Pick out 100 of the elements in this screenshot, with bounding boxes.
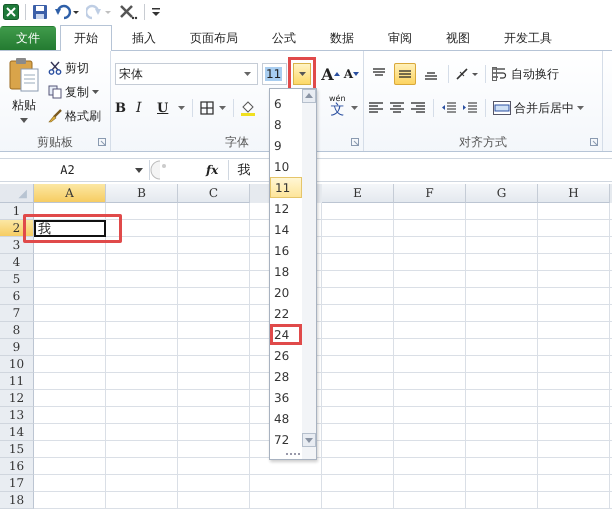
horizontal-align-icon[interactable]: [389, 102, 405, 114]
row-header[interactable]: 16: [0, 458, 34, 475]
row-header[interactable]: 17: [0, 475, 34, 492]
caret-icon: [135, 168, 143, 172]
dialog-launcher-icon[interactable]: [351, 138, 359, 146]
merge-center-button[interactable]: 合并后居中: [493, 97, 584, 119]
font-size-option[interactable]: 14: [270, 219, 302, 240]
row-header[interactable]: 3: [0, 237, 34, 254]
font-size-field[interactable]: 11: [262, 63, 288, 85]
font-size-option[interactable]: 6: [270, 93, 302, 114]
scroll-down-icon[interactable]: [302, 433, 316, 447]
copy-icon: [48, 85, 62, 99]
save-icon[interactable]: [32, 4, 48, 20]
font-size-option[interactable]: 48: [270, 408, 302, 429]
font-size-option[interactable]: 24: [270, 324, 302, 345]
fill-bucket-icon[interactable]: [241, 100, 255, 116]
horizontal-align-icon[interactable]: [368, 102, 384, 114]
ribbon-tab[interactable]: 插入: [118, 26, 170, 50]
font-size-option[interactable]: 9: [270, 135, 302, 156]
font-size-option[interactable]: 18: [270, 261, 302, 282]
undo-icon[interactable]: [54, 4, 80, 20]
tools-icon[interactable]: [118, 3, 138, 21]
ribbon-tab[interactable]: 公式: [258, 26, 310, 50]
column-header[interactable]: A: [34, 184, 106, 203]
group-label: 字体: [225, 134, 249, 150]
font-size-option[interactable]: 12: [270, 198, 302, 219]
wrap-text-button[interactable]: 自动换行: [492, 63, 559, 85]
row-header[interactable]: 1: [0, 203, 34, 220]
table-cell[interactable]: 我: [34, 220, 106, 237]
font-size-option[interactable]: 11: [270, 177, 302, 198]
font-size-option[interactable]: 36: [270, 387, 302, 408]
brush-icon: [48, 109, 62, 123]
caret-icon: [577, 106, 584, 110]
phonetic-button[interactable]: wén 文: [329, 95, 346, 121]
caret-icon: [244, 72, 251, 76]
row-header[interactable]: 7: [0, 305, 34, 322]
font-size-option[interactable]: 26: [270, 345, 302, 366]
row-header[interactable]: 8: [0, 322, 34, 339]
copy-button[interactable]: 复制: [48, 81, 101, 103]
row-header[interactable]: 11: [0, 373, 34, 390]
resize-grip-icon[interactable]: [286, 453, 302, 456]
column-header[interactable]: G: [466, 184, 538, 203]
ribbon-tab[interactable]: 视图: [432, 26, 484, 50]
font-size-option[interactable]: 20: [270, 282, 302, 303]
font-name-field[interactable]: 宋体: [115, 63, 258, 85]
paste-button[interactable]: 粘贴: [4, 57, 44, 133]
ribbon-tab[interactable]: 审阅: [374, 26, 426, 50]
row-header[interactable]: 13: [0, 407, 34, 424]
scroll-up-icon[interactable]: [302, 89, 316, 103]
row-header[interactable]: 2: [0, 220, 34, 237]
dialog-launcher-icon[interactable]: [590, 138, 598, 146]
ribbon-tab[interactable]: 页面布局: [176, 26, 252, 50]
insert-function-button[interactable]: fx: [206, 163, 218, 177]
shrink-font-button[interactable]: A: [344, 63, 359, 85]
column-header[interactable]: F: [394, 184, 466, 203]
caret-icon: [219, 106, 226, 110]
cut-button[interactable]: 剪切: [48, 57, 101, 79]
vertical-align-button[interactable]: [394, 63, 416, 85]
font-size-dropdown-button[interactable]: [293, 63, 312, 85]
horizontal-align-icon[interactable]: [410, 102, 426, 114]
format-painter-button[interactable]: 格式刷: [48, 105, 101, 127]
dialog-launcher-icon[interactable]: [98, 138, 106, 146]
row-header[interactable]: 6: [0, 288, 34, 305]
font-size-option[interactable]: 28: [270, 366, 302, 387]
column-header[interactable]: E: [322, 184, 394, 203]
scissors-icon: [48, 61, 62, 75]
font-size-option[interactable]: 8: [270, 114, 302, 135]
row-header[interactable]: 15: [0, 441, 34, 458]
ribbon-tab[interactable]: 开始: [60, 25, 112, 51]
row-header[interactable]: 4: [0, 254, 34, 271]
row-header[interactable]: 14: [0, 424, 34, 441]
decrease-indent-icon[interactable]: [441, 102, 457, 114]
up-triangle-icon: [334, 72, 340, 76]
ribbon-tab[interactable]: 文件: [0, 26, 56, 50]
font-size-option[interactable]: 72: [270, 429, 302, 450]
ribbon-tab[interactable]: 数据: [316, 26, 368, 50]
merge-cells-icon: [493, 101, 511, 115]
group-label: 剪贴板: [37, 134, 73, 150]
italic-button[interactable]: I: [136, 97, 152, 119]
bold-button[interactable]: B: [115, 97, 131, 119]
text-orientation-icon[interactable]: [455, 67, 479, 81]
row-header[interactable]: 9: [0, 339, 34, 356]
row-header[interactable]: 12: [0, 390, 34, 407]
name-box[interactable]: A2: [0, 160, 150, 180]
font-size-option[interactable]: 22: [270, 303, 302, 324]
caret-icon: [178, 106, 185, 110]
borders-icon[interactable]: [200, 101, 214, 115]
customize-caret-icon[interactable]: [151, 5, 161, 19]
clipboard-icon: [8, 57, 40, 93]
underline-button[interactable]: U: [157, 97, 173, 119]
column-header[interactable]: C: [178, 184, 250, 203]
column-header[interactable]: B: [106, 184, 178, 203]
column-header[interactable]: H: [538, 184, 610, 203]
row-header[interactable]: 10: [0, 356, 34, 373]
font-size-option[interactable]: 16: [270, 240, 302, 261]
grow-font-button[interactable]: A: [321, 63, 340, 85]
ribbon-tab[interactable]: 开发工具: [490, 26, 566, 50]
increase-indent-icon[interactable]: [462, 102, 478, 114]
row-header[interactable]: 18: [0, 492, 34, 509]
row-header[interactable]: 5: [0, 271, 34, 288]
